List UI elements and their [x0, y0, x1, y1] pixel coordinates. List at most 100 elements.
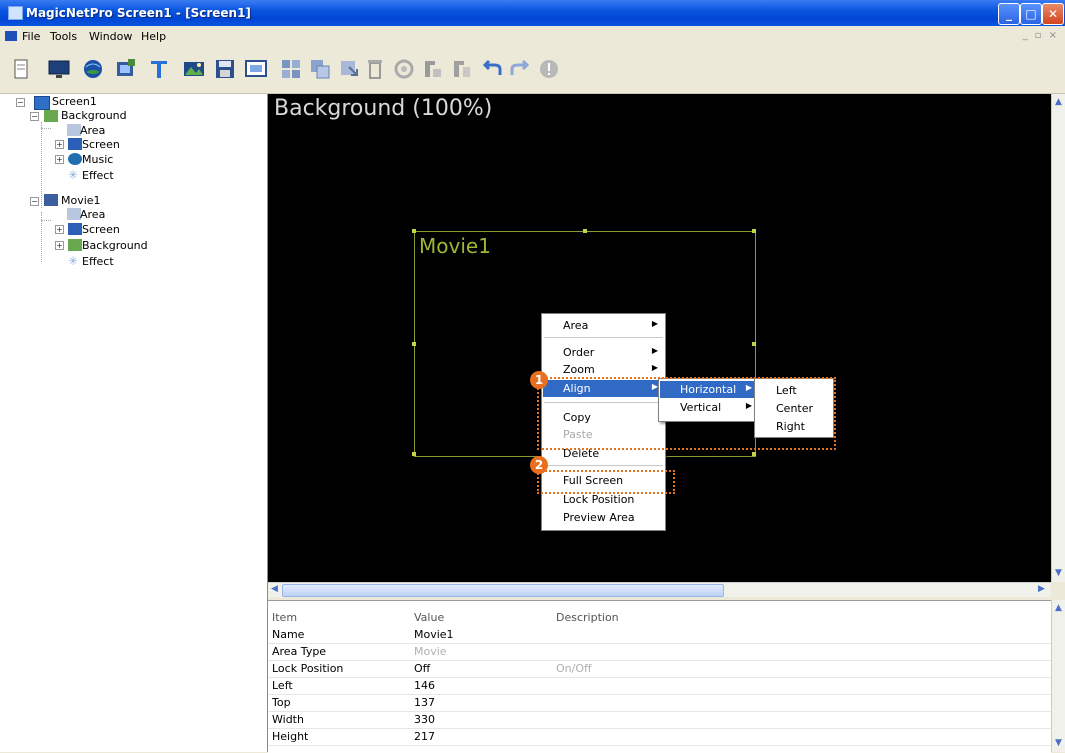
prop-value: Movie [414, 645, 447, 658]
tree-view[interactable]: − Screen1 − Background Area + Screen + M… [0, 94, 268, 752]
resize-handle[interactable] [412, 452, 416, 456]
canvas-horizontal-scrollbar[interactable]: ◀ ▶ [268, 582, 1051, 597]
prop-item: Width [272, 713, 304, 726]
menu-item-preview-area[interactable]: Preview Area [543, 509, 664, 526]
table-row[interactable]: Width 330 [268, 711, 1051, 729]
menu-file[interactable]: File [22, 30, 40, 43]
image-icon[interactable] [181, 56, 207, 82]
screen-icon [68, 138, 82, 150]
new-icon[interactable] [8, 56, 34, 82]
prop-value[interactable]: 146 [414, 679, 435, 692]
effect-icon: ✳ [68, 254, 79, 268]
tree-item-bg-effect[interactable]: Effect [82, 169, 114, 183]
prop-item: Area Type [272, 645, 327, 658]
table-row[interactable]: Area Type Movie [268, 643, 1051, 661]
toolbar [0, 47, 1065, 94]
tree-item-mv-screen[interactable]: Screen [82, 223, 120, 237]
resize-handle[interactable] [583, 229, 587, 233]
resize-handle[interactable] [752, 229, 756, 233]
prop-description: On/Off [556, 662, 592, 675]
resize-handle[interactable] [752, 452, 756, 456]
tree-item-bg-screen[interactable]: Screen [82, 138, 120, 152]
tree-item-mv-background[interactable]: Background [82, 239, 148, 253]
globe-icon[interactable] [80, 56, 106, 82]
menu-item-zoom[interactable]: Zoom ▶ [543, 361, 664, 378]
expand-toggle-bg-screen[interactable]: + [55, 140, 64, 149]
column-header-item[interactable]: Item [272, 611, 297, 624]
prop-value[interactable]: 137 [414, 696, 435, 709]
resize-handle[interactable] [752, 342, 756, 346]
scroll-thumb[interactable] [282, 584, 724, 597]
document-icon [5, 31, 17, 41]
property-grid: Item Value Description Name Movie1 Area … [268, 600, 1051, 753]
expand-toggle-bg-music[interactable]: + [55, 155, 64, 164]
prop-value[interactable]: 330 [414, 713, 435, 726]
minimize-button[interactable]: _ [998, 3, 1020, 25]
table-row[interactable]: Name Movie1 [268, 626, 1051, 644]
mdi-controls[interactable]: _ ▫ × [1022, 30, 1059, 41]
menu-help[interactable]: Help [141, 30, 166, 43]
info-icon[interactable] [536, 56, 562, 82]
tree-item-bg-area[interactable]: Area [80, 124, 105, 138]
movie-label: Movie1 [419, 234, 491, 258]
trash-icon[interactable] [362, 56, 388, 82]
screen-icon[interactable] [243, 56, 269, 82]
table-row[interactable]: Height 217 [268, 728, 1051, 746]
table-row[interactable]: Lock Position Off On/Off [268, 660, 1051, 678]
save-icon[interactable] [212, 56, 238, 82]
background-node-icon [44, 110, 58, 122]
undo-icon[interactable] [479, 56, 505, 82]
tree-item-bg-music[interactable]: Music [82, 153, 113, 167]
maximize-button[interactable]: □ [1020, 3, 1042, 25]
music-icon [68, 153, 82, 165]
grid-icon[interactable] [278, 56, 304, 82]
menu-item-order[interactable]: Order ▶ [543, 344, 664, 361]
app-icon [8, 6, 23, 20]
prop-item: Left [272, 679, 293, 692]
table-row[interactable]: Left 146 [268, 677, 1051, 695]
text-icon[interactable] [146, 56, 172, 82]
resize-handle[interactable] [412, 229, 416, 233]
tree-item-movie1[interactable]: Movie1 [61, 194, 101, 208]
menu-window[interactable]: Window [89, 30, 132, 43]
monitor-icon[interactable] [46, 56, 72, 82]
prop-item: Top [272, 696, 291, 709]
prop-item: Lock Position [272, 662, 344, 675]
distribute-icon[interactable] [449, 56, 475, 82]
align-icon[interactable] [420, 56, 446, 82]
film-icon[interactable] [113, 56, 139, 82]
menu-item-area[interactable]: Area ▶ [543, 317, 664, 334]
prop-value[interactable]: 217 [414, 730, 435, 743]
expand-toggle-mv-background[interactable]: + [55, 241, 64, 250]
prop-value[interactable]: Movie1 [414, 628, 454, 641]
title-bar[interactable]: MagicNetPro Screen1 - [Screen1] _ □ ✕ [0, 0, 1065, 26]
screen-node-icon [34, 96, 50, 110]
expand-toggle-mv-screen[interactable]: + [55, 225, 64, 234]
close-button[interactable]: ✕ [1042, 3, 1064, 25]
layers-icon[interactable] [307, 56, 333, 82]
redo-icon[interactable] [507, 56, 533, 82]
canvas-vertical-scrollbar[interactable]: ▲ ▼ [1051, 94, 1065, 582]
tree-item-mv-area[interactable]: Area [80, 208, 105, 222]
movie-node-icon [44, 194, 58, 206]
effect-icon: ✳ [68, 168, 79, 182]
resize-handle[interactable] [412, 342, 416, 346]
column-header-description[interactable]: Description [556, 611, 619, 624]
collapse-toggle-screen1[interactable]: − [16, 98, 25, 107]
background-icon [68, 239, 82, 251]
tree-item-background[interactable]: Background [61, 109, 127, 123]
column-header-value[interactable]: Value [414, 611, 444, 624]
background-label: Background (100%) [274, 96, 493, 121]
tree-item-mv-effect[interactable]: Effect [82, 255, 114, 269]
menu-tools[interactable]: Tools [50, 30, 77, 43]
import-icon[interactable] [336, 56, 362, 82]
table-row[interactable]: Top 137 [268, 694, 1051, 712]
tree-item-screen1[interactable]: Screen1 [52, 95, 97, 109]
settings-icon[interactable] [391, 56, 417, 82]
property-vertical-scrollbar[interactable]: ▲ ▼ [1051, 600, 1065, 752]
area-node-icon [67, 124, 81, 136]
prop-value[interactable]: Off [414, 662, 430, 675]
collapse-toggle-movie1[interactable]: − [30, 197, 39, 206]
collapse-toggle-background[interactable]: − [30, 112, 39, 121]
step-badge-1: 1 [530, 371, 548, 389]
